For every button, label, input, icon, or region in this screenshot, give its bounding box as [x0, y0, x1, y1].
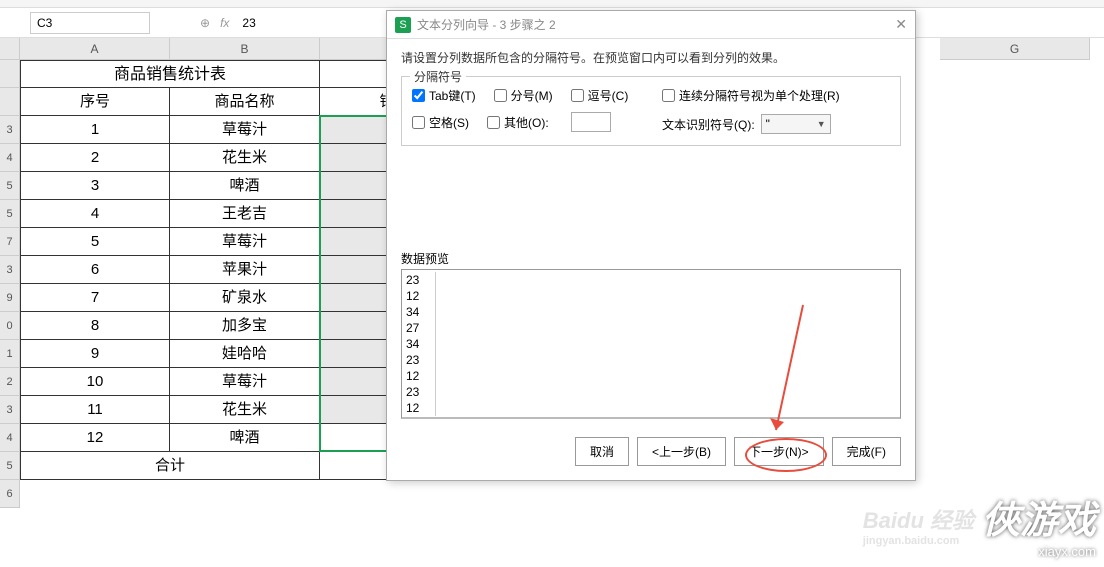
total-label[interactable]: 合计 [20, 452, 320, 480]
row-headers: 3 455 739 012 345 6 [0, 38, 20, 508]
table-cell[interactable]: 草莓汁 [170, 368, 320, 396]
dialog-title-text: 文本分列向导 - 3 步骤之 2 [417, 16, 556, 33]
zoom-icon[interactable]: ⊕ [200, 16, 210, 30]
table-cell[interactable]: 娃哈哈 [170, 340, 320, 368]
preview-cell: 34 [406, 336, 436, 352]
preview-label: 数据预览 [401, 250, 901, 267]
header-name[interactable]: 商品名称 [170, 88, 320, 116]
preview-cell: 12 [406, 288, 436, 304]
formula-input[interactable] [239, 13, 339, 33]
table-cell[interactable]: 9 [20, 340, 170, 368]
table-cell[interactable]: 苹果汁 [170, 256, 320, 284]
watermark-baidu: Baidu 经验 jingyan.baidu.com [863, 503, 974, 547]
other-delimiter-input[interactable] [571, 112, 611, 132]
table-cell[interactable]: 5 [20, 228, 170, 256]
table-cell[interactable]: 草莓汁 [170, 116, 320, 144]
checkbox-semicolon[interactable]: 分号(M) [494, 87, 553, 104]
preview-cell: 34 [406, 304, 436, 320]
preview-cell: 12 [406, 400, 436, 416]
preview-cell: 12 [406, 368, 436, 384]
checkbox-space[interactable]: 空格(S) [412, 114, 469, 131]
preview-cell: 23 [406, 272, 436, 288]
table-cell[interactable]: 6 [20, 256, 170, 284]
delimiter-legend: 分隔符号 [410, 68, 466, 85]
text-to-columns-dialog: S 文本分列向导 - 3 步骤之 2 ✕ 请设置分列数据所包含的分隔符号。在预览… [386, 10, 916, 481]
preview-cell: 23 [406, 352, 436, 368]
table-cell[interactable]: 加多宝 [170, 312, 320, 340]
col-header-g[interactable]: G [940, 38, 1090, 60]
table-cell[interactable]: 草莓汁 [170, 228, 320, 256]
table-title[interactable]: 商品销售统计表 [20, 60, 320, 88]
table-cell[interactable]: 11 [20, 396, 170, 424]
dialog-description: 请设置分列数据所包含的分隔符号。在预览窗口内可以看到分列的效果。 [401, 49, 901, 66]
table-cell[interactable]: 啤酒 [170, 424, 320, 452]
finish-button[interactable]: 完成(F) [832, 437, 901, 466]
table-cell[interactable]: 10 [20, 368, 170, 396]
checkbox-comma[interactable]: 逗号(C) [571, 87, 629, 104]
col-header-b[interactable]: B [170, 38, 320, 60]
checkbox-tab[interactable]: Tab键(T) [412, 87, 476, 104]
cell-reference-input[interactable] [30, 12, 150, 34]
table-cell[interactable]: 矿泉水 [170, 284, 320, 312]
table-cell[interactable]: 3 [20, 172, 170, 200]
table-cell[interactable]: 12 [20, 424, 170, 452]
table-cell[interactable]: 花生米 [170, 396, 320, 424]
chevron-down-icon: ▼ [817, 119, 826, 129]
watermark-game: 俠游戏 xiayx.com [982, 489, 1096, 559]
table-cell[interactable]: 1 [20, 116, 170, 144]
checkbox-other[interactable]: 其他(O): [487, 114, 549, 131]
table-cell[interactable]: 7 [20, 284, 170, 312]
checkbox-consecutive[interactable]: 连续分隔符号视为单个处理(R) [662, 87, 840, 104]
next-button[interactable]: 下一步(N)> [734, 437, 824, 466]
table-cell[interactable]: 花生米 [170, 144, 320, 172]
preview-cell: 27 [406, 320, 436, 336]
data-preview[interactable]: 23 12 34 27 34 23 12 23 12 [401, 269, 901, 419]
col-header-a[interactable]: A [20, 38, 170, 60]
table-cell[interactable]: 王老吉 [170, 200, 320, 228]
fx-label: fx [220, 16, 229, 30]
back-button[interactable]: <上一步(B) [637, 437, 726, 466]
cancel-button[interactable]: 取消 [575, 437, 629, 466]
table-cell[interactable]: 啤酒 [170, 172, 320, 200]
dialog-titlebar[interactable]: S 文本分列向导 - 3 步骤之 2 ✕ [387, 11, 915, 39]
text-qualifier-combo[interactable]: " ▼ [761, 114, 831, 134]
text-qualifier-label: 文本识别符号(Q): [662, 116, 755, 133]
header-seq[interactable]: 序号 [20, 88, 170, 116]
close-icon[interactable]: ✕ [895, 16, 907, 33]
table-cell[interactable]: 8 [20, 312, 170, 340]
app-icon: S [395, 17, 411, 33]
table-cell[interactable]: 2 [20, 144, 170, 172]
table-cell[interactable]: 4 [20, 200, 170, 228]
preview-cell: 23 [406, 384, 436, 400]
